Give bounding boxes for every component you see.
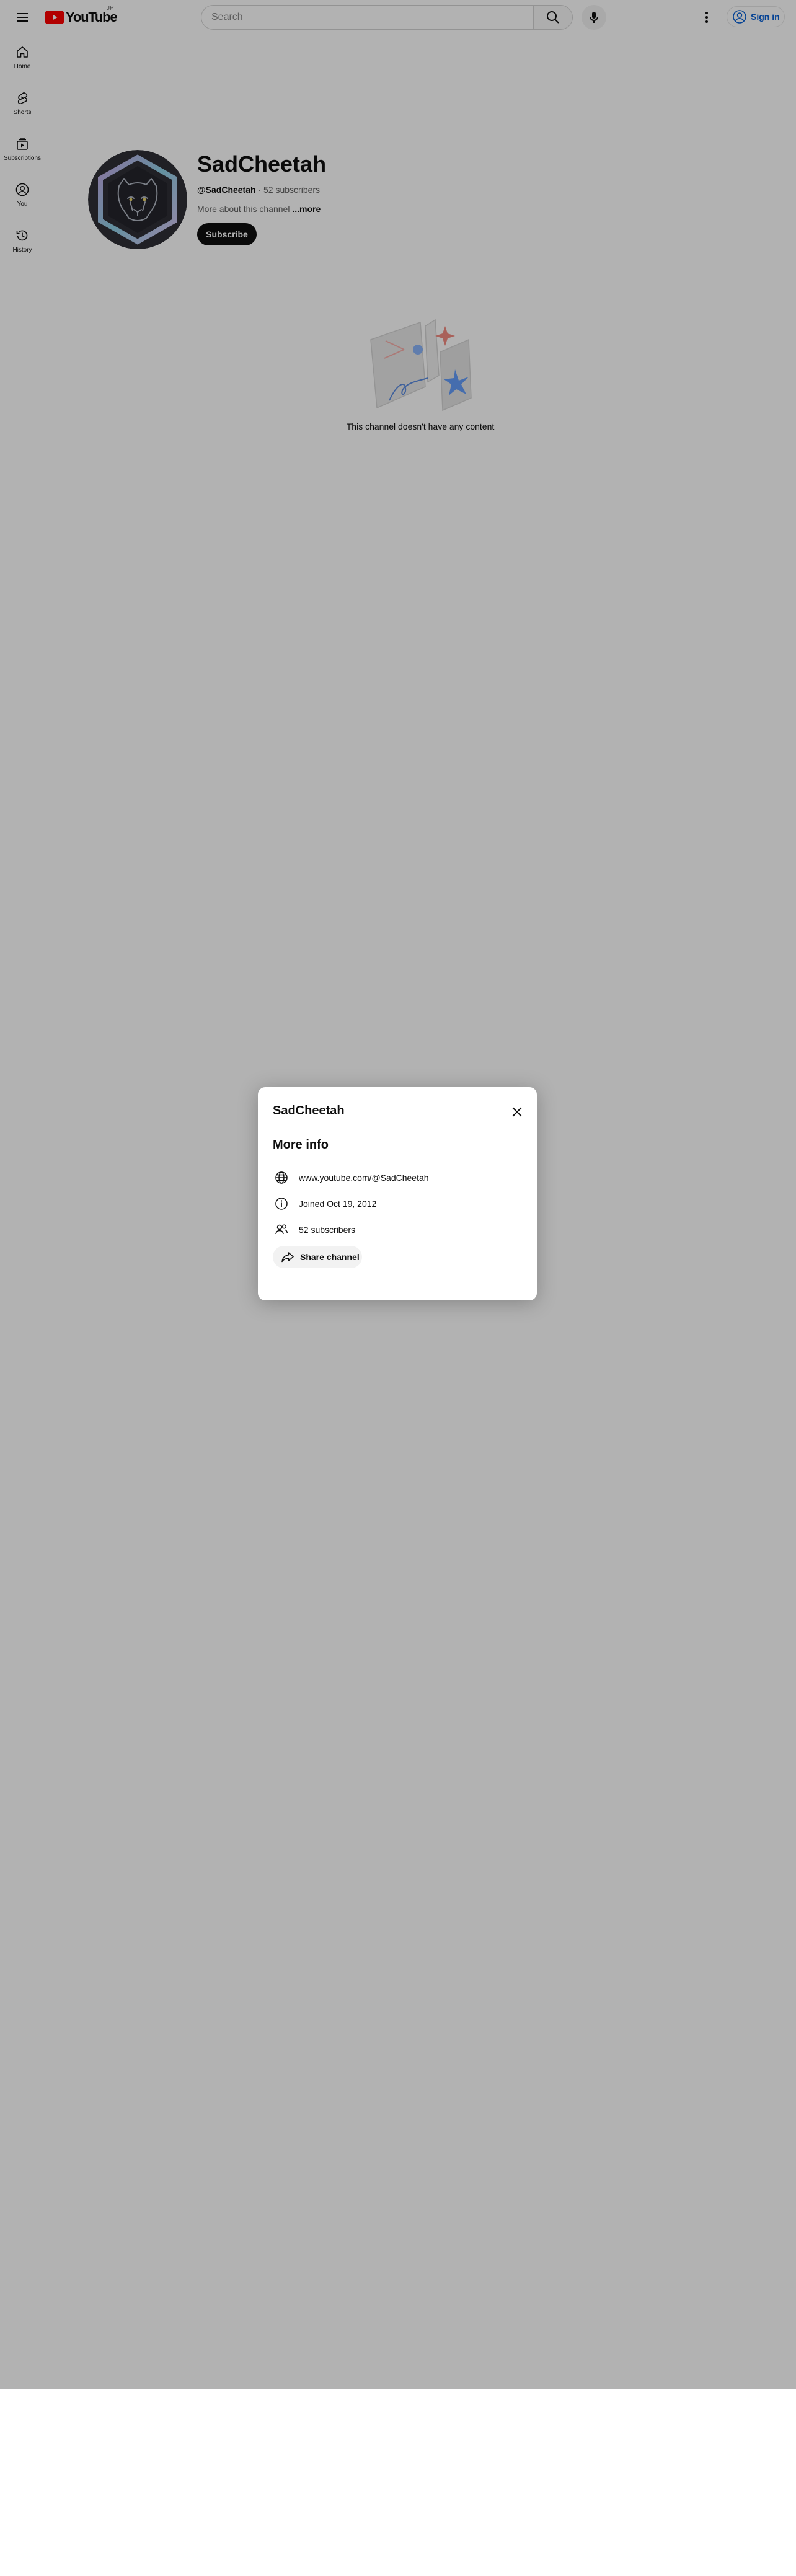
info-row-joined: Joined Oct 19, 2012	[273, 1194, 376, 1213]
info-icon	[273, 1195, 290, 1212]
about-channel-dialog: SadCheetah More info www.youtube.com/@Sa…	[258, 1087, 537, 1300]
dialog-title: SadCheetah	[273, 1104, 345, 1118]
info-row-link[interactable]: www.youtube.com/@SadCheetah	[273, 1168, 429, 1187]
channel-url[interactable]: www.youtube.com/@SadCheetah	[299, 1173, 429, 1183]
people-icon	[273, 1221, 290, 1238]
share-icon	[281, 1252, 294, 1263]
more-info-heading: More info	[273, 1138, 329, 1152]
joined-date: Joined Oct 19, 2012	[299, 1199, 377, 1209]
close-dialog-button[interactable]	[505, 1100, 529, 1124]
share-channel-button[interactable]: Share channel	[273, 1246, 362, 1268]
share-channel-label: Share channel	[300, 1252, 360, 1262]
info-row-subscribers: 52 subscribers	[273, 1220, 355, 1239]
globe-icon	[273, 1169, 290, 1186]
dialog-subscriber-count: 52 subscribers	[299, 1225, 356, 1235]
close-icon	[512, 1107, 522, 1117]
